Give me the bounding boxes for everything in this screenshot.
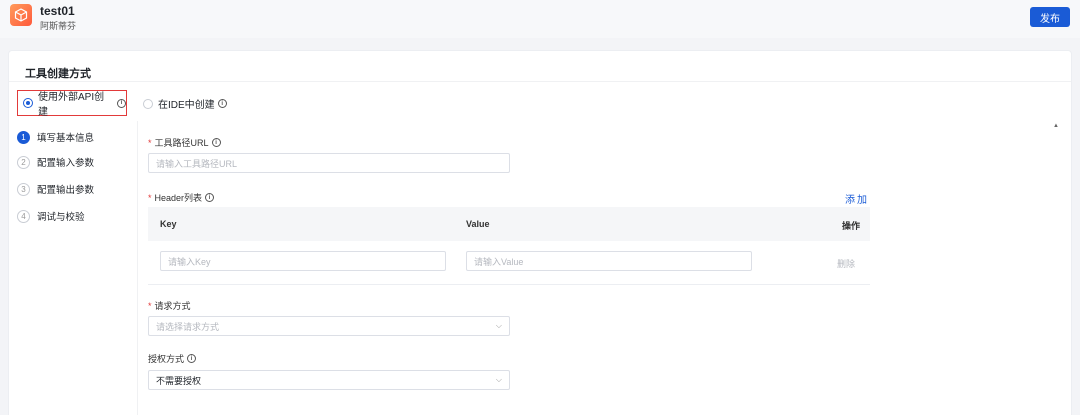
top-bar: test01 阿斯蒂芬 发布: [0, 0, 1080, 38]
step-label: 调试与校验: [37, 212, 85, 223]
auth-label: 授权方式 i: [148, 352, 197, 365]
table-row: 请输入Key 请输入Value 删除: [148, 241, 870, 285]
method-option-api[interactable]: 使用外部API创建 i: [17, 90, 127, 118]
method-option-ide[interactable]: 在IDE中创建 i: [143, 96, 227, 111]
divider: [9, 81, 1071, 82]
step-3[interactable]: 3 配置输出参数: [17, 182, 94, 196]
value-input[interactable]: 请输入Value: [466, 251, 752, 271]
tool-create-card: 工具创建方式 使用外部API创建 i 在IDE中创建 i 1 填写基本信息 2 …: [8, 50, 1072, 415]
step-label: 配置输出参数: [37, 185, 95, 196]
step-4[interactable]: 4 调试与校验: [17, 209, 85, 223]
step-number: 2: [17, 155, 30, 169]
url-input[interactable]: 请输入工具路径URL: [148, 153, 510, 173]
section-title: 工具创建方式: [25, 68, 91, 80]
col-action: 操作: [841, 221, 860, 231]
chevron-down-icon: ⌵: [495, 321, 502, 330]
method-label: * 请求方式: [148, 300, 191, 312]
auth-method-value: 不需要授权: [156, 375, 202, 386]
cube-logo-icon: [10, 4, 32, 26]
header-table-head: Key Value 操作: [148, 207, 870, 241]
auth-method-select[interactable]: 不需要授权 ⌵: [148, 370, 510, 390]
info-icon[interactable]: i: [217, 99, 227, 108]
step-1[interactable]: 1 填写基本信息: [17, 130, 94, 144]
add-header-link[interactable]: 添加: [845, 191, 869, 206]
info-icon[interactable]: i: [187, 354, 197, 363]
method-ide-label: 在IDE中创建: [158, 100, 215, 111]
delete-row-button[interactable]: 删除: [837, 257, 855, 270]
radio-unchecked-icon[interactable]: [143, 98, 153, 109]
col-value: Value: [466, 219, 490, 229]
app-title: test01: [40, 4, 75, 18]
info-icon[interactable]: i: [205, 193, 215, 202]
request-method-select[interactable]: 请选择请求方式 ⌵: [148, 316, 510, 336]
step-number: 1: [17, 130, 30, 144]
col-key: Key: [160, 219, 177, 229]
step-number: 3: [17, 182, 30, 196]
step-label: 填写基本信息: [37, 133, 95, 144]
app-subtitle: 阿斯蒂芬: [40, 21, 77, 31]
url-label: * 工具路径URL i: [148, 136, 221, 149]
header-list-label: * Header列表 i: [148, 191, 215, 204]
info-icon[interactable]: i: [211, 138, 221, 147]
info-icon[interactable]: i: [117, 98, 126, 108]
radio-checked-icon[interactable]: [23, 98, 33, 108]
chevron-down-icon: ⌵: [495, 375, 502, 384]
scroll-up-icon[interactable]: ▲: [1053, 123, 1059, 129]
publish-button[interactable]: 发布: [1030, 7, 1070, 27]
method-api-label: 使用外部API创建: [37, 92, 105, 118]
step-number: 4: [17, 209, 30, 223]
form-area: ▲ * 工具路径URL i 请输入工具路径URL * Header列表 i 添加 Key…: [137, 121, 1063, 415]
key-input[interactable]: 请输入Key: [160, 251, 446, 271]
step-2[interactable]: 2 配置输入参数: [17, 155, 94, 169]
request-method-placeholder: 请选择请求方式: [156, 321, 220, 332]
step-label: 配置输入参数: [37, 158, 95, 169]
